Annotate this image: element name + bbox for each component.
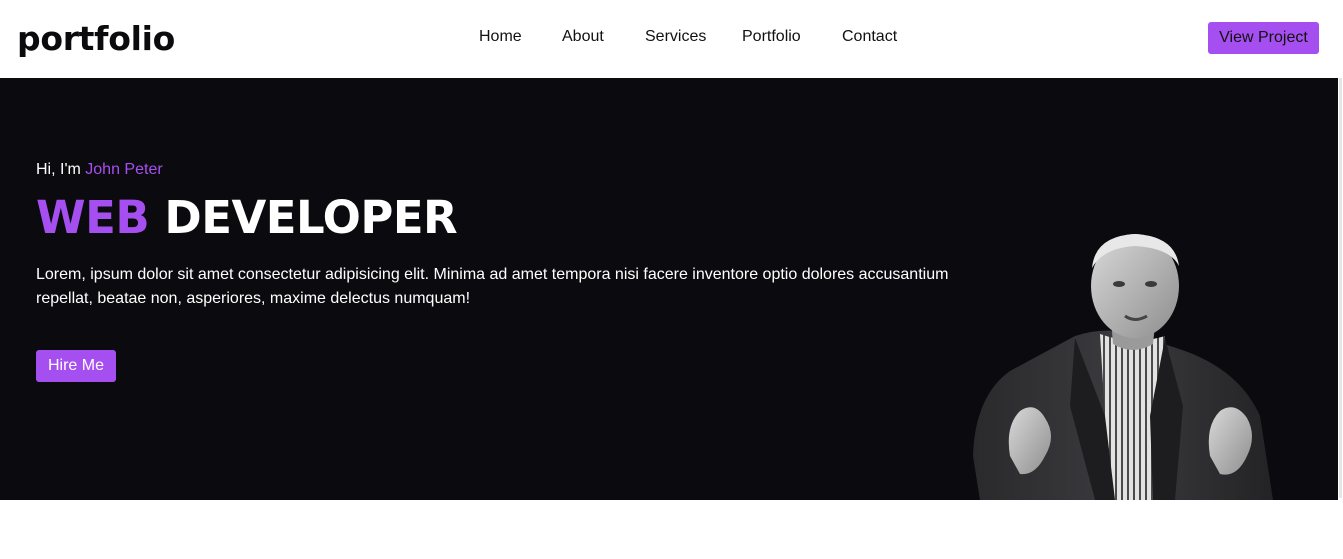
hero-section: Hi, I'm John Peter WEB DEVELOPER Lorem, … <box>0 78 1338 500</box>
hero-description: Lorem, ipsum dolor sit amet consectetur … <box>36 266 949 307</box>
view-project-button[interactable]: View Project <box>1208 22 1319 54</box>
hero-title-rest: DEVELOPER <box>149 191 458 244</box>
portrait-image <box>973 234 1273 500</box>
nav-link-contact[interactable]: Contact <box>842 28 897 46</box>
navbar: portfolio Home About Services Portfolio … <box>0 0 1343 78</box>
hire-me-button[interactable]: Hire Me <box>36 350 116 382</box>
nav-link-home[interactable]: Home <box>479 28 522 46</box>
hero-name: John Peter <box>85 161 163 178</box>
nav-menu: Home About Services Portfolio Contact <box>0 28 1343 50</box>
scrollbar-thumb[interactable] <box>1339 78 1342 498</box>
greeting-prefix: Hi, I'm <box>36 161 86 178</box>
hero-title-accent: WEB <box>36 191 150 244</box>
hero-greeting: Hi, I'm John Peter <box>36 161 163 179</box>
hero-title: WEB DEVELOPER <box>36 191 458 244</box>
nav-link-about[interactable]: About <box>562 28 604 46</box>
nav-link-services[interactable]: Services <box>645 28 706 46</box>
nav-link-portfolio[interactable]: Portfolio <box>742 28 801 46</box>
